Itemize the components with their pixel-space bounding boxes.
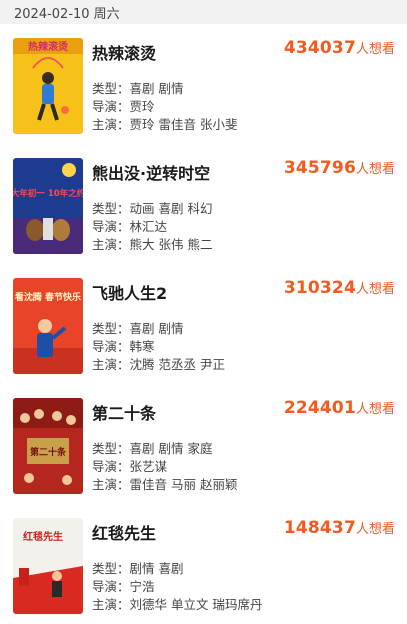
director-row: 导演：宁浩 xyxy=(92,578,262,596)
want-to-watch: 148437人想看 xyxy=(284,518,395,538)
movie-title[interactable]: 热辣滚烫 xyxy=(92,40,156,64)
movie-poster[interactable]: 看沈腾 春节快乐 xyxy=(13,278,83,374)
cast-label: 主演： xyxy=(92,237,130,252)
genre-value: 动画 喜剧 科幻 xyxy=(129,201,213,216)
director-value: 林汇达 xyxy=(129,219,168,234)
cast-value: 贾玲 雷佳音 张小斐 xyxy=(129,117,238,132)
want-unit: 人想看 xyxy=(355,42,395,57)
movie-item[interactable]: 红毯先生 红毯先生 148437人想看 类型：剧情 喜剧 导演：宁浩 主演：刘德… xyxy=(0,504,407,624)
want-count: 345796 xyxy=(283,158,356,178)
cast-label: 主演： xyxy=(92,357,130,372)
movie-meta: 类型：剧情 喜剧 导演：宁浩 主演：刘德华 单立文 瑞玛席丹 xyxy=(92,560,262,614)
genre-row: 类型：动画 喜剧 科幻 xyxy=(92,200,212,218)
want-count: 434037 xyxy=(283,38,356,58)
want-count: 224401 xyxy=(283,398,356,418)
director-label: 导演： xyxy=(92,219,130,234)
movie-title[interactable]: 飞驰人生2 xyxy=(92,280,167,304)
poster-image-feichi: 看沈腾 春节快乐 xyxy=(13,278,83,374)
want-to-watch: 434037人想看 xyxy=(284,38,395,58)
cast-value: 刘德华 单立文 瑞玛席丹 xyxy=(129,597,263,612)
genre-label: 类型： xyxy=(92,201,130,216)
poster-image-hongtan: 红毯先生 xyxy=(13,518,83,614)
genre-row: 类型：喜剧 剧情 xyxy=(92,320,225,338)
cast-row: 主演：刘德华 单立文 瑞玛席丹 xyxy=(92,596,262,614)
genre-row: 类型：剧情 喜剧 xyxy=(92,560,262,578)
genre-value: 剧情 喜剧 xyxy=(129,561,184,576)
cast-label: 主演： xyxy=(92,117,130,132)
director-value: 张艺谋 xyxy=(129,459,168,474)
want-unit: 人想看 xyxy=(355,402,395,417)
want-to-watch: 310324人想看 xyxy=(284,278,395,298)
cast-row: 主演：熊大 张伟 熊二 xyxy=(92,236,212,254)
genre-row: 类型：喜剧 剧情 家庭 xyxy=(92,440,237,458)
director-value: 韩寒 xyxy=(129,339,155,354)
director-label: 导演： xyxy=(92,339,130,354)
director-value: 贾玲 xyxy=(129,99,155,114)
date-bar: 2024-02-10 周六 xyxy=(0,0,407,24)
want-unit: 人想看 xyxy=(355,162,395,177)
genre-value: 喜剧 剧情 家庭 xyxy=(129,441,213,456)
movie-item[interactable]: 大年初一 10年之约 熊出没·逆转时空 345796人想看 类型：动画 喜剧 科… xyxy=(0,144,407,264)
poster-title-text: 第二十条 xyxy=(30,446,67,458)
poster-image-xiongchumo: 大年初一 10年之约 xyxy=(13,158,83,254)
cast-value: 熊大 张伟 熊二 xyxy=(129,237,213,252)
movie-meta: 类型：喜剧 剧情 导演：韩寒 主演：沈腾 范丞丞 尹正 xyxy=(92,320,225,374)
movie-poster[interactable]: 热辣滚烫 xyxy=(13,38,83,134)
genre-value: 喜剧 剧情 xyxy=(129,81,184,96)
genre-label: 类型： xyxy=(92,321,130,336)
cast-row: 主演：雷佳音 马丽 赵丽颖 xyxy=(92,476,237,494)
director-row: 导演：贾玲 xyxy=(92,98,237,116)
cast-value: 雷佳音 马丽 赵丽颖 xyxy=(129,477,238,492)
movie-title[interactable]: 第二十条 xyxy=(92,400,156,424)
cast-row: 主演：沈腾 范丞丞 尹正 xyxy=(92,356,225,374)
director-row: 导演：林汇达 xyxy=(92,218,212,236)
director-label: 导演： xyxy=(92,579,130,594)
director-label: 导演： xyxy=(92,99,130,114)
want-unit: 人想看 xyxy=(355,522,395,537)
movie-meta: 类型：喜剧 剧情 导演：贾玲 主演：贾玲 雷佳音 张小斐 xyxy=(92,80,237,134)
movie-title[interactable]: 红毯先生 xyxy=(92,520,156,544)
director-row: 导演：张艺谋 xyxy=(92,458,237,476)
want-to-watch: 224401人想看 xyxy=(284,398,395,418)
poster-image-rela: 热辣滚烫 xyxy=(13,38,83,134)
date-label: 2024-02-10 周六 xyxy=(14,6,120,22)
want-count: 310324 xyxy=(283,278,356,298)
movie-poster[interactable]: 大年初一 10年之约 xyxy=(13,158,83,254)
movie-title[interactable]: 熊出没·逆转时空 xyxy=(92,160,210,184)
poster-title-text: 红毯先生 xyxy=(23,530,63,543)
poster-title-text: 大年初一 10年之约 xyxy=(13,188,83,199)
movie-poster[interactable]: 红毯先生 xyxy=(13,518,83,614)
poster-title-text: 热辣滚烫 xyxy=(28,40,69,53)
cast-row: 主演：贾玲 雷佳音 张小斐 xyxy=(92,116,237,134)
movie-item[interactable]: 看沈腾 春节快乐 飞驰人生2 310324人想看 类型：喜剧 剧情 导演：韩寒 … xyxy=(0,264,407,384)
genre-value: 喜剧 剧情 xyxy=(129,321,184,336)
movie-list: 热辣滚烫 热辣滚烫 434037人想看 类型：喜剧 剧情 导演：贾玲 主演：贾玲… xyxy=(0,24,407,624)
cast-label: 主演： xyxy=(92,477,130,492)
cast-value: 沈腾 范丞丞 尹正 xyxy=(129,357,225,372)
poster-image-dierunshitiao: 第二十条 xyxy=(13,398,83,494)
director-value: 宁浩 xyxy=(129,579,155,594)
movie-item[interactable]: 第二十条 第二十条 224401人想看 类型：喜剧 剧情 家庭 导演：张艺谋 主… xyxy=(0,384,407,504)
want-unit: 人想看 xyxy=(355,282,395,297)
genre-label: 类型： xyxy=(92,561,130,576)
cast-label: 主演： xyxy=(92,597,130,612)
want-count: 148437 xyxy=(283,518,356,538)
movie-item[interactable]: 热辣滚烫 热辣滚烫 434037人想看 类型：喜剧 剧情 导演：贾玲 主演：贾玲… xyxy=(0,24,407,144)
movie-meta: 类型：喜剧 剧情 家庭 导演：张艺谋 主演：雷佳音 马丽 赵丽颖 xyxy=(92,440,237,494)
genre-label: 类型： xyxy=(92,441,130,456)
movie-poster[interactable]: 第二十条 xyxy=(13,398,83,494)
director-row: 导演：韩寒 xyxy=(92,338,225,356)
genre-row: 类型：喜剧 剧情 xyxy=(92,80,237,98)
director-label: 导演： xyxy=(92,459,130,474)
poster-title-text: 看沈腾 春节快乐 xyxy=(15,291,81,303)
genre-label: 类型： xyxy=(92,81,130,96)
want-to-watch: 345796人想看 xyxy=(284,158,395,178)
movie-meta: 类型：动画 喜剧 科幻 导演：林汇达 主演：熊大 张伟 熊二 xyxy=(92,200,212,254)
